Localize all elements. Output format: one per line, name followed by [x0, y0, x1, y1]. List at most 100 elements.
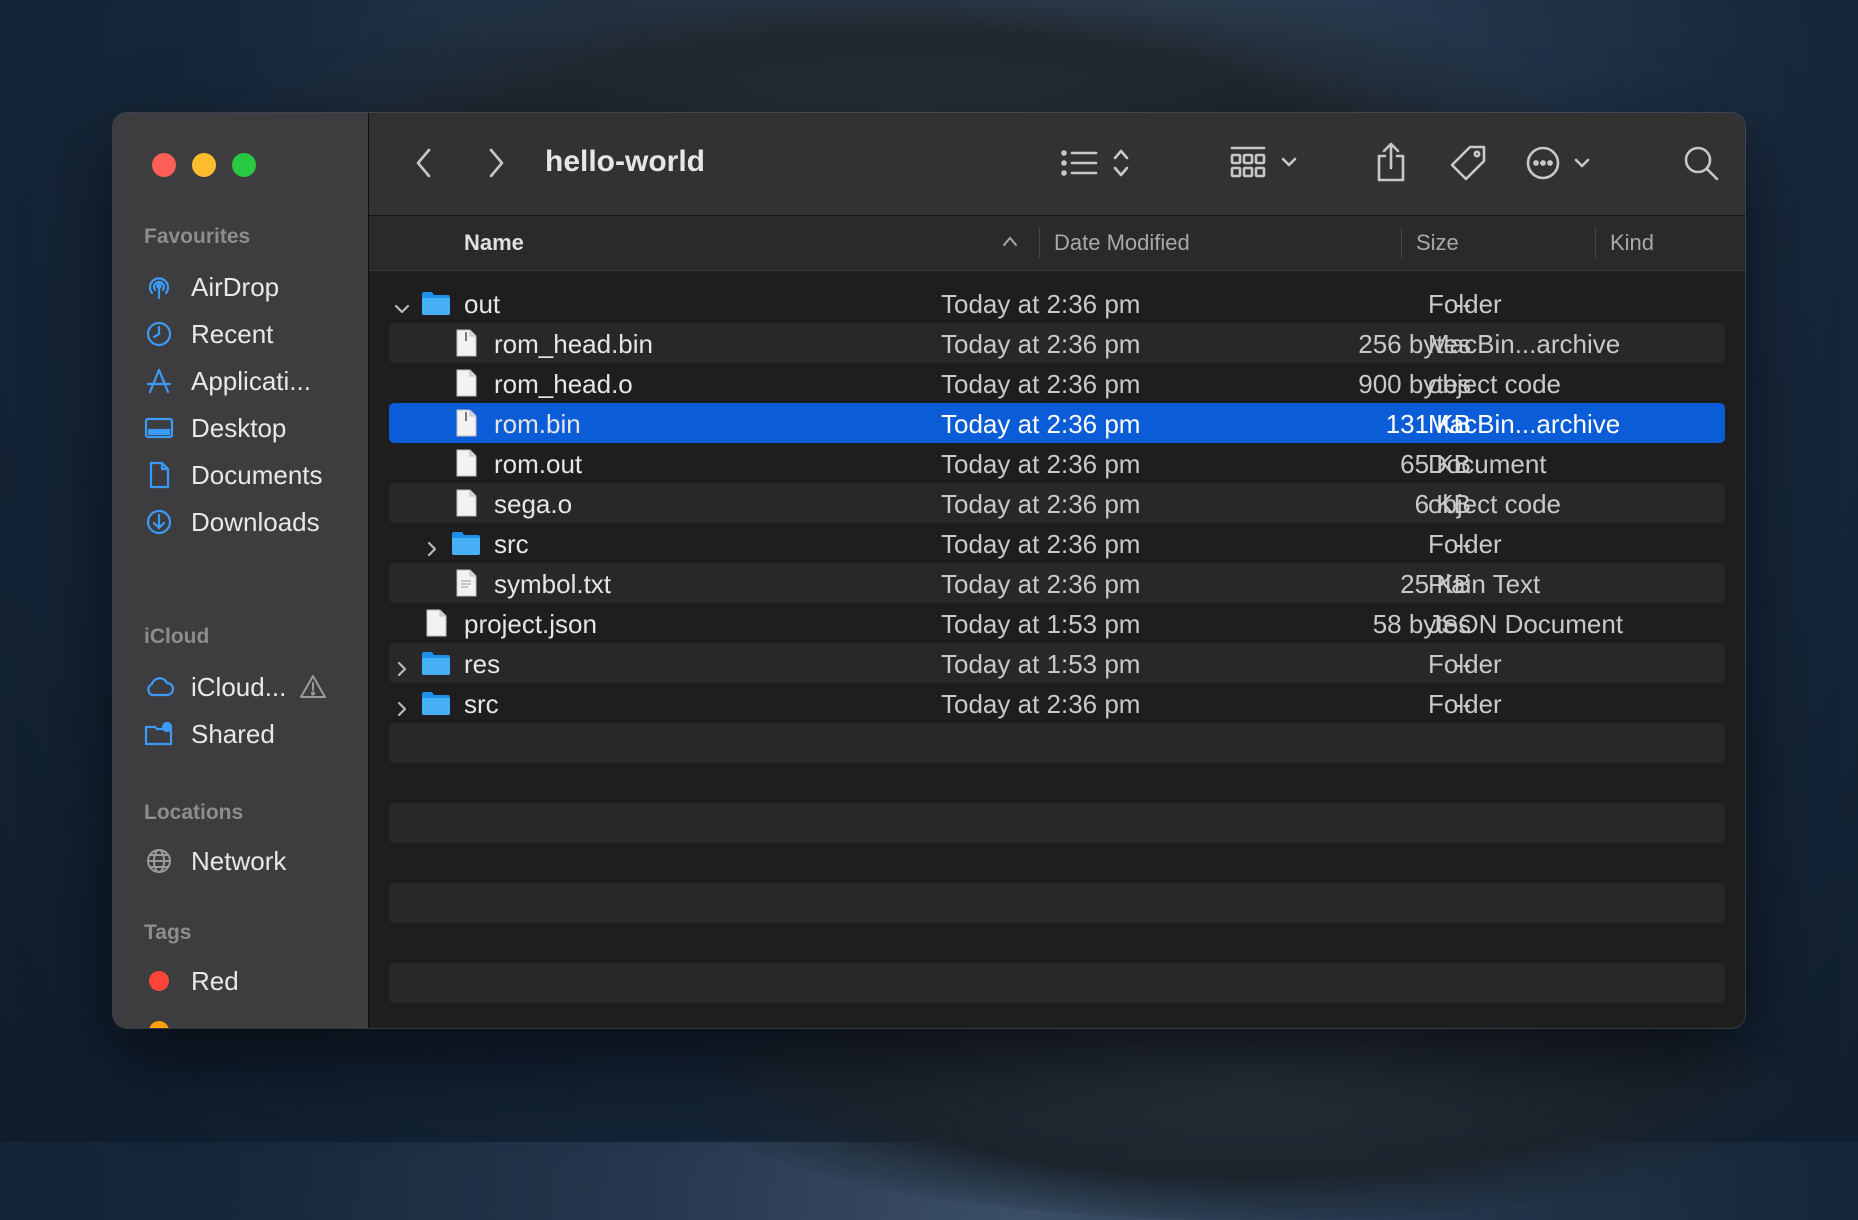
sidebar-item-recent[interactable]: Recent: [144, 312, 354, 356]
cloud-icon: [144, 672, 174, 702]
text-file-icon: [451, 569, 481, 597]
empty-row: [389, 883, 1725, 923]
file-date: Today at 2:36 pm: [941, 329, 1141, 359]
main-pane: hello-world Name Date Modified Size Kind…: [369, 113, 1745, 1028]
file-date: Today at 1:53 pm: [941, 609, 1141, 639]
file-row[interactable]: rom.out Today at 2:36 pm 65 KB Document: [389, 443, 1725, 483]
section-locations: Locations: [144, 801, 244, 824]
column-date-modified[interactable]: Date Modified: [1054, 216, 1190, 270]
sidebar-item-label: iCloud...: [191, 671, 287, 702]
file-row[interactable]: out Today at 2:36 pm -- Folder: [389, 283, 1725, 323]
file-kind: JSON Document: [1428, 609, 1624, 639]
view-options-button[interactable]: [1059, 145, 1139, 185]
warning-icon: [298, 672, 328, 702]
file-date: Today at 2:36 pm: [941, 369, 1141, 399]
document-icon: [144, 460, 174, 490]
file-kind: Document: [1428, 449, 1547, 479]
column-divider[interactable]: [1595, 228, 1596, 258]
column-divider[interactable]: [1401, 228, 1402, 258]
file-date: Today at 2:36 pm: [941, 569, 1141, 599]
applications-icon: [144, 366, 174, 396]
finder-window: Favourites AirDrop Recent Applicati... D…: [113, 113, 1745, 1028]
file-row[interactable]: sega.o Today at 2:36 pm 6 KB object code: [389, 483, 1725, 523]
more-actions-button[interactable]: [1524, 143, 1604, 187]
search-icon: [1681, 143, 1721, 188]
sidebar-item-label: Documents: [191, 459, 323, 490]
sidebar-item-label: Downloads: [191, 506, 320, 537]
globe-icon: [144, 846, 174, 876]
file-row[interactable]: project.json Today at 1:53 pm 58 bytes JSON…: [389, 603, 1725, 643]
file-name: sega.o: [494, 489, 573, 519]
column-size[interactable]: Size: [1416, 216, 1459, 270]
file-kind: Folder: [1428, 649, 1502, 679]
back-button[interactable]: [404, 145, 444, 185]
desktop-icon: [144, 413, 174, 443]
sidebar-item-label: Desktop: [191, 412, 287, 443]
sidebar-item-shared[interactable]: Shared: [144, 712, 354, 756]
forward-button[interactable]: [476, 145, 516, 185]
file-row[interactable]: rom_head.bin Today at 2:36 pm 256 bytes Mac…: [389, 323, 1725, 363]
empty-row: [389, 923, 1725, 963]
file-name: rom.out: [494, 449, 583, 479]
search-button[interactable]: [1679, 143, 1723, 187]
file-date: Today at 2:36 pm: [941, 529, 1141, 559]
sidebar-item-desktop[interactable]: Desktop: [144, 406, 354, 450]
file-icon: [451, 449, 481, 477]
disclosure-expanded-icon[interactable]: [393, 294, 411, 314]
sidebar-item-airdrop[interactable]: AirDrop: [144, 265, 354, 309]
ellipsis-circle-icon: [1525, 143, 1603, 188]
red-tag-dot: [144, 966, 174, 996]
file-kind: MacBin...archive: [1428, 409, 1621, 439]
file-kind: Plain Text: [1428, 569, 1541, 599]
sidebar-item-applications[interactable]: Applicati...: [144, 359, 354, 403]
sidebar-item-label: Red: [191, 965, 239, 996]
tag-button[interactable]: [1447, 143, 1491, 187]
file-kind: Folder: [1428, 689, 1502, 719]
file-date: Today at 1:53 pm: [941, 649, 1141, 679]
column-divider[interactable]: [1039, 228, 1040, 258]
file-date: Today at 2:36 pm: [941, 689, 1141, 719]
list-view-icon: [1060, 145, 1138, 186]
share-button[interactable]: [1369, 141, 1413, 187]
column-kind[interactable]: Kind: [1610, 216, 1654, 270]
file-row[interactable]: src Today at 2:36 pm -- Folder: [389, 683, 1725, 723]
file-row[interactable]: rom_head.o Today at 2:36 pm 900 bytes objec…: [389, 363, 1725, 403]
empty-row: [389, 803, 1725, 843]
folder-icon: [421, 689, 451, 717]
folder-icon: [451, 529, 481, 557]
file-kind: Folder: [1428, 529, 1502, 559]
sidebar-item-documents[interactable]: Documents: [144, 453, 354, 497]
section-tags: Tags: [144, 921, 192, 944]
sidebar-item-tag-red[interactable]: Red: [144, 959, 354, 1003]
file-kind: MacBin...archive: [1428, 329, 1621, 359]
file-row[interactable]: symbol.txt Today at 2:36 pm 25 KB Plain Tex…: [389, 563, 1725, 603]
group-button[interactable]: [1227, 145, 1307, 185]
file-kind: object code: [1428, 369, 1561, 399]
close-button[interactable]: [152, 153, 176, 177]
file-row[interactable]: res Today at 1:53 pm -- Folder: [389, 643, 1725, 683]
file-row[interactable]: src Today at 2:36 pm -- Folder: [389, 523, 1725, 563]
file-date: Today at 2:36 pm: [941, 409, 1141, 439]
file-row[interactable]: rom.bin Today at 2:36 pm 131 KB MacBin...ar…: [389, 403, 1725, 443]
file-name: project.json: [464, 609, 597, 639]
file-kind: Folder: [1428, 289, 1502, 319]
file-name: rom_head.o: [494, 369, 633, 399]
sidebar-item-label: AirDrop: [191, 271, 280, 302]
disclosure-collapsed-icon[interactable]: [393, 694, 411, 717]
section-favourites: Favourites: [144, 225, 251, 248]
sidebar-item-label: Shared: [191, 718, 275, 749]
chevron-right-icon: [484, 146, 508, 185]
sidebar-item-label: Network: [191, 845, 287, 876]
sidebar-item-network[interactable]: Network: [144, 839, 354, 883]
minimize-button[interactable]: [192, 153, 216, 177]
disclosure-collapsed-icon[interactable]: [393, 654, 411, 677]
sidebar-item-downloads[interactable]: Downloads: [144, 500, 354, 544]
file-kind: object code: [1428, 489, 1561, 519]
sidebar-item-icloud-drive[interactable]: iCloud...: [144, 665, 354, 709]
column-name[interactable]: Name: [464, 216, 524, 270]
file-date: Today at 2:36 pm: [941, 489, 1141, 519]
file-list: out Today at 2:36 pm -- Folder rom_head.bin T…: [389, 283, 1725, 1003]
zoom-button[interactable]: [232, 153, 256, 177]
empty-row: [389, 723, 1725, 763]
disclosure-collapsed-icon[interactable]: [423, 534, 441, 557]
